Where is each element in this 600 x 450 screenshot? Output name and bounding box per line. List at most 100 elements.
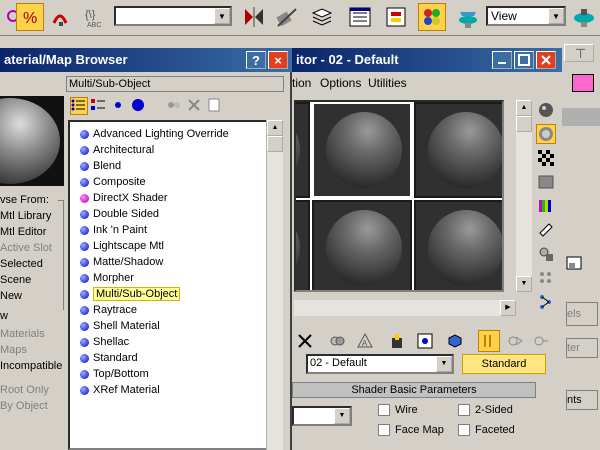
list-item[interactable]: Architectural: [80, 142, 154, 158]
show-materials[interactable]: Materials: [0, 328, 45, 340]
show-map-in-viewport-icon[interactable]: [414, 330, 436, 352]
show-incompatible[interactable]: Incompatible: [0, 360, 62, 372]
two-sided-checkbox[interactable]: 2-Sided: [458, 404, 513, 416]
browse-from-mtl-editor[interactable]: Mtl Editor: [0, 226, 46, 238]
reset-map-icon[interactable]: [294, 330, 316, 352]
mirror-icon[interactable]: [240, 3, 268, 31]
named-selection-sets-select[interactable]: ▼: [114, 6, 232, 26]
list-item[interactable]: Ink 'n Paint: [80, 222, 147, 238]
list-item[interactable]: Lightscape Mtl: [80, 238, 164, 254]
view-list-icon[interactable]: [70, 97, 88, 115]
background-icon[interactable]: [536, 148, 556, 168]
layer-manager-icon[interactable]: [308, 3, 336, 31]
delete-icon[interactable]: [186, 97, 204, 115]
list-item[interactable]: XRef Material: [80, 382, 160, 398]
chevron-down-icon[interactable]: ▼: [548, 8, 564, 24]
list-item[interactable]: Blend: [80, 158, 121, 174]
faceted-checkbox[interactable]: Faceted: [458, 424, 515, 436]
browser-titlebar[interactable]: aterial/Map Browser ? ×: [0, 48, 292, 72]
hierarchy-tab[interactable]: ⊤: [564, 44, 594, 62]
sample-slot[interactable]: [312, 200, 412, 290]
list-item[interactable]: Top/Bottom: [80, 366, 149, 382]
sample-type-icon[interactable]: [536, 100, 556, 120]
list-item[interactable]: Raytrace: [80, 302, 137, 318]
track-view-icon[interactable]: [346, 3, 374, 31]
list-item[interactable]: Shellac: [80, 334, 129, 350]
chevron-down-icon[interactable]: ▼: [334, 408, 350, 424]
view-list-icons-icon[interactable]: [90, 97, 108, 115]
maximize-button[interactable]: [514, 51, 534, 69]
snap-percent-icon[interactable]: %: [16, 3, 44, 31]
scroll-up-icon[interactable]: ▲: [516, 100, 532, 116]
pick-material-icon[interactable]: [530, 330, 552, 352]
sample-slot-active[interactable]: [312, 102, 412, 198]
scroll-right-icon[interactable]: ▶: [500, 300, 516, 316]
list-item[interactable]: Matte/Shadow: [80, 254, 163, 270]
list-item[interactable]: Advanced Lighting Override: [80, 126, 229, 142]
face-map-checkbox[interactable]: Face Map: [378, 424, 444, 436]
list-item[interactable]: Multi/Sub-Object: [80, 286, 181, 302]
render-type-select[interactable]: View ▼: [486, 6, 566, 26]
by-object-option[interactable]: By Object: [0, 400, 48, 412]
scroll-thumb[interactable]: [267, 136, 283, 152]
make-preview-icon[interactable]: [536, 220, 556, 240]
browse-from-new[interactable]: New: [0, 290, 22, 302]
named-selection-icon[interactable]: {\} ABC: [82, 3, 110, 31]
schematic-view-icon[interactable]: [382, 3, 410, 31]
spinner-snap-icon[interactable]: [46, 3, 74, 31]
chevron-down-icon[interactable]: ▼: [214, 8, 230, 24]
material-navigator-icon[interactable]: [536, 292, 556, 312]
align-icon[interactable]: [272, 3, 300, 31]
shader-type-select[interactable]: ▼: [292, 406, 352, 426]
list-scrollbar[interactable]: ▲: [266, 120, 283, 450]
menu-options[interactable]: Options: [320, 76, 361, 90]
panel-icon[interactable]: [564, 254, 584, 274]
show-end-result-icon[interactable]: [444, 330, 466, 352]
sample-slot[interactable]: [296, 200, 310, 290]
rollout-title[interactable]: Shader Basic Parameters: [292, 382, 536, 398]
editor-titlebar[interactable]: itor - 02 - Default: [292, 48, 562, 72]
menu-navigation[interactable]: tion: [292, 76, 311, 90]
material-name-field[interactable]: 02 - Default ▼: [306, 354, 454, 374]
menu-utilities[interactable]: Utilities: [368, 76, 407, 90]
make-unique-icon[interactable]: [326, 330, 348, 352]
close-button[interactable]: [536, 51, 556, 69]
video-color-check-icon[interactable]: [536, 196, 556, 216]
face-map-checkbox-box[interactable]: [378, 424, 390, 436]
select-by-material-icon[interactable]: [536, 268, 556, 288]
wire-checkbox[interactable]: Wire: [378, 404, 418, 416]
help-button[interactable]: ?: [246, 51, 266, 69]
close-button[interactable]: ×: [268, 51, 288, 69]
object-color-swatch[interactable]: [572, 74, 594, 92]
render-scene-icon[interactable]: [454, 3, 482, 31]
browse-from-mtl-library[interactable]: Mtl Library: [0, 210, 51, 222]
scroll-up-icon[interactable]: ▲: [267, 120, 283, 136]
material-editor-icon[interactable]: [418, 3, 446, 31]
faceted-checkbox-box[interactable]: [458, 424, 470, 436]
slots-horizontal-scrollbar[interactable]: ▶: [294, 300, 516, 316]
slots-vertical-scrollbar[interactable]: ▲ ▼: [516, 100, 532, 292]
list-item[interactable]: Double Sided: [80, 206, 159, 222]
sample-uv-tiling-icon[interactable]: [536, 172, 556, 192]
quick-render-icon[interactable]: [570, 3, 598, 31]
view-large-icons-icon[interactable]: [130, 97, 148, 115]
sample-slot[interactable]: [414, 200, 502, 290]
update-scene-icon[interactable]: [166, 97, 184, 115]
minimize-button[interactable]: [492, 51, 512, 69]
list-item[interactable]: Morpher: [80, 270, 134, 286]
material-effects-channel-icon[interactable]: [386, 330, 408, 352]
view-small-icons-icon[interactable]: [110, 97, 128, 115]
browse-from-scene[interactable]: Scene: [0, 274, 31, 286]
two-sided-checkbox-box[interactable]: [458, 404, 470, 416]
chevron-down-icon[interactable]: ▼: [436, 356, 452, 372]
list-item[interactable]: Composite: [80, 174, 146, 190]
backlight-icon[interactable]: [536, 124, 556, 144]
list-item[interactable]: Shell Material: [80, 318, 160, 334]
show-maps[interactable]: Maps: [0, 344, 27, 356]
put-to-library-icon[interactable]: A: [354, 330, 376, 352]
wire-checkbox-box[interactable]: [378, 404, 390, 416]
sample-slot[interactable]: [296, 102, 310, 198]
root-only-option[interactable]: Root Only: [0, 384, 49, 396]
list-item[interactable]: Standard: [80, 350, 138, 366]
list-item[interactable]: DirectX Shader: [80, 190, 168, 206]
